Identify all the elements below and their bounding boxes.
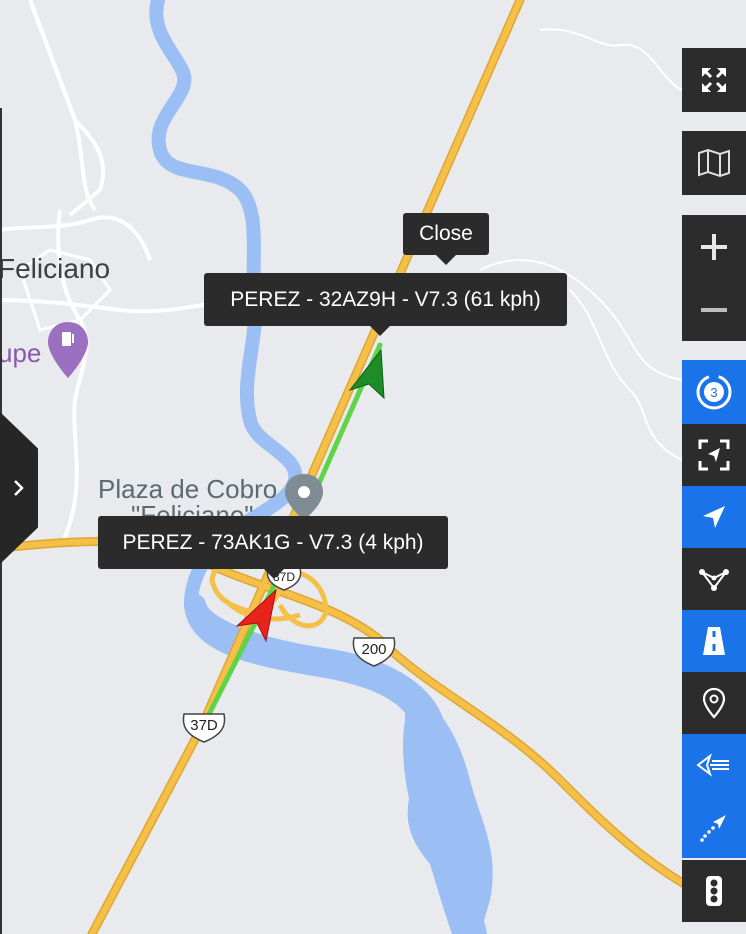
traffic-light-icon bbox=[706, 876, 722, 906]
road-icon bbox=[703, 627, 725, 655]
traffic-button[interactable] bbox=[682, 860, 746, 922]
cluster-count-icon: 3 bbox=[696, 374, 732, 410]
clusters-button[interactable]: 3 bbox=[682, 360, 746, 424]
highway-200 bbox=[0, 538, 746, 918]
town-label: Feliciano bbox=[0, 253, 111, 284]
close-popup-button[interactable]: Close bbox=[403, 213, 489, 265]
tracks-button[interactable] bbox=[682, 734, 746, 796]
geofences-button[interactable] bbox=[682, 548, 746, 610]
folded-map-icon bbox=[698, 148, 730, 178]
chevron-right-icon bbox=[14, 480, 24, 496]
map-canvas[interactable] bbox=[0, 0, 746, 934]
fullscreen-button[interactable] bbox=[682, 48, 746, 112]
plus-icon bbox=[701, 233, 727, 260]
focus-frame-icon bbox=[698, 439, 730, 471]
pois-button[interactable] bbox=[682, 672, 746, 734]
dotted-route-icon bbox=[700, 815, 726, 842]
minus-icon bbox=[701, 307, 727, 312]
navigation-arrow-icon bbox=[703, 506, 725, 528]
polygon-icon bbox=[699, 569, 729, 591]
map-type-button[interactable] bbox=[682, 131, 746, 195]
location-pin-icon bbox=[702, 687, 726, 719]
route-200-label: 200 bbox=[361, 641, 387, 658]
follow-vehicle-button[interactable] bbox=[682, 486, 746, 548]
fit-view-button[interactable] bbox=[682, 424, 746, 486]
vehicle-popup-73ak1g: PEREZ - 73AK1G - V7.3 (4 kph) bbox=[98, 516, 448, 579]
zoom-in-button[interactable] bbox=[682, 215, 746, 278]
cluster-count-badge: 3 bbox=[710, 385, 717, 400]
route-37d-label: 37D bbox=[190, 717, 218, 734]
minor-road bbox=[68, 118, 106, 217]
vehicle-popup-32az9h: PEREZ - 32AZ9H - V7.3 (61 kph) bbox=[204, 273, 567, 336]
river-lake bbox=[403, 690, 493, 934]
terrain-line bbox=[539, 28, 683, 91]
trail-arrow-icon bbox=[696, 753, 729, 777]
zoom-out-button[interactable] bbox=[682, 278, 746, 341]
route-history-button[interactable] bbox=[682, 796, 746, 858]
minor-road bbox=[28, 0, 97, 212]
place-label-partial: upe bbox=[0, 338, 42, 368]
roads-button[interactable] bbox=[682, 610, 746, 672]
expand-arrows-icon bbox=[702, 68, 726, 92]
